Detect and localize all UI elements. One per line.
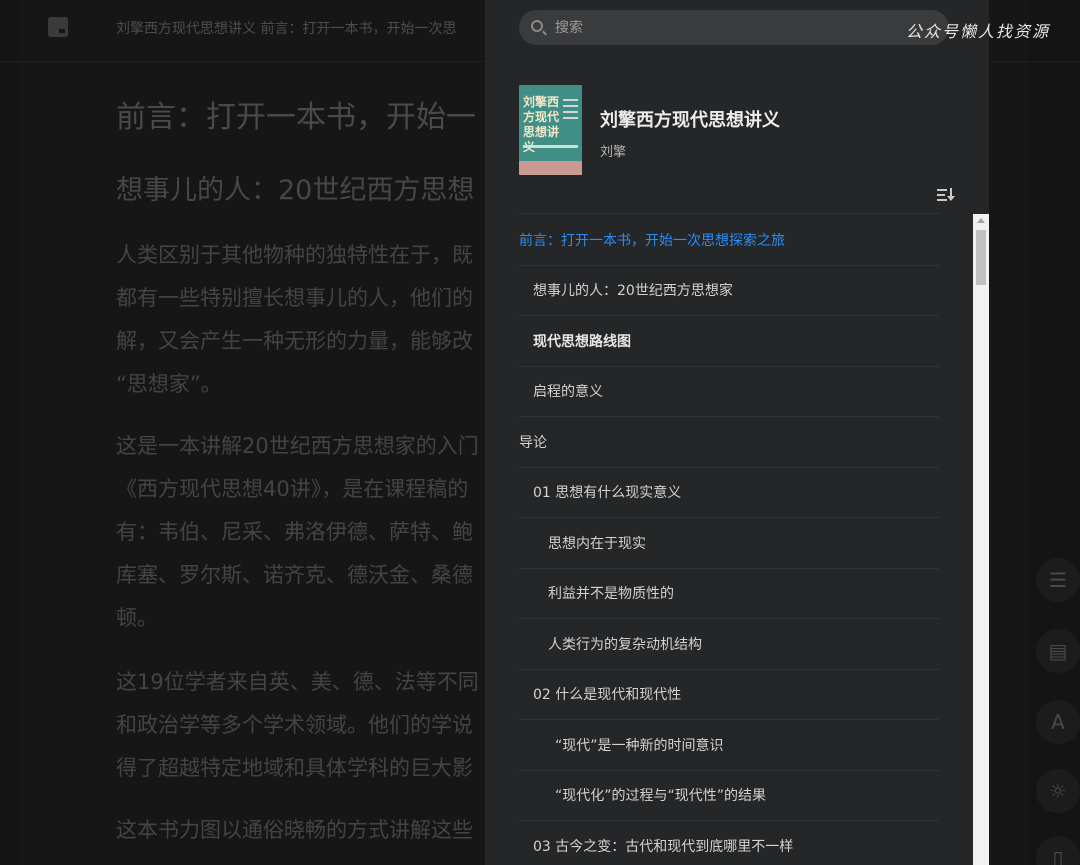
scroll-thumb[interactable] — [976, 230, 986, 285]
toc-item[interactable]: “现代化”的过程与“现代性”的结果 — [519, 771, 939, 821]
book-cover[interactable]: 刘擎西方现代思想讲义 — [519, 85, 582, 175]
reader-top-title: 刘擎西方现代思想讲义 前言：打开一本书，开始一次思 — [116, 21, 457, 37]
toc-item[interactable]: 想事儿的人：20世纪西方思想家 — [519, 266, 939, 316]
paragraph: 这本书力图以通俗晓畅的方式讲解这些 — [116, 809, 473, 852]
paragraph: 人类区别于其他物种的独特性在于，既 都有一些特别擅长想事儿的人，他们的 解，又会… — [116, 234, 473, 406]
paragraph-line: 和政治学等多个学术领域。他们的学说 — [116, 713, 473, 737]
toc-icon[interactable]: ☰ — [1036, 558, 1080, 602]
paragraph-line: 有：韦伯、尼采、弗洛伊德、萨特、鲍 — [116, 520, 473, 544]
paragraph-line: 库塞、罗尔斯、诺齐克、德沃金、桑德 — [116, 563, 473, 587]
font-settings-icon[interactable]: A — [1036, 700, 1080, 744]
toc-list: 前言：打开一本书，开始一次思想探索之旅 想事儿的人：20世纪西方思想家 现代思想路线… — [519, 215, 939, 865]
toc-drawer: 刘擎西方现代思想讲义 刘擎西方现代思想讲义 刘擎 前言：打开一本书，开始一次思想… — [485, 0, 989, 865]
toc-item[interactable]: 人类行为的复杂动机结构 — [519, 619, 939, 670]
chapter-heading: 前言：打开一本书，开始一 — [116, 100, 476, 135]
paragraph-line: 人类区别于其他物种的独特性在于，既 — [116, 243, 473, 267]
toc-item[interactable]: 启程的意义 — [519, 367, 939, 417]
paragraph-line: 这19位学者来自英、美、德、法等不同 — [116, 670, 479, 694]
paragraph-line: “思想家”。 — [116, 372, 222, 396]
divider — [519, 213, 939, 214]
search-box[interactable] — [519, 10, 949, 45]
brightness-icon[interactable]: ☼ — [1036, 769, 1080, 813]
cover-decoration — [563, 99, 578, 123]
book-title: 刘擎西方现代思想讲义 — [600, 110, 780, 131]
search-icon — [531, 20, 543, 32]
back-icon[interactable] — [48, 17, 68, 37]
paragraph-line: 这是一本讲解20世纪西方思想家的入门 — [116, 434, 479, 458]
watermark: 公众号懒人找资源 — [906, 22, 1051, 41]
toc-item[interactable]: 利益并不是物质性的 — [519, 569, 939, 619]
toc-item[interactable]: 导论 — [519, 417, 939, 468]
cover-decoration — [523, 145, 578, 148]
toc-scrollbar[interactable] — [973, 214, 989, 865]
toc-item[interactable]: 03 古今之变：古代和现代到底哪里不一样 — [519, 821, 939, 865]
scroll-up-icon[interactable] — [977, 218, 985, 223]
toc-item[interactable]: 思想内在于现实 — [519, 518, 939, 569]
section-heading: 想事儿的人：20世纪西方思想 — [116, 175, 475, 206]
toc-item[interactable]: 前言：打开一本书，开始一次思想探索之旅 — [519, 215, 939, 266]
paragraph-line: 顿。 — [116, 606, 158, 630]
paragraph-line: 解，又会产生一种无形的力量，能够改 — [116, 329, 473, 353]
paragraph-line: 《西方现代思想40讲》，是在课程稿的 — [116, 477, 469, 501]
cover-decoration — [519, 161, 582, 175]
toc-item[interactable]: 现代思想路线图 — [519, 316, 939, 367]
paragraph: 这是一本讲解20世纪西方思想家的入门 《西方现代思想40讲》，是在课程稿的 有：… — [116, 425, 479, 640]
paragraph: 这19位学者来自英、美、德、法等不同 和政治学等多个学术领域。他们的学说 得了超… — [116, 661, 479, 790]
toc-item[interactable]: “现代”是一种新的时间意识 — [519, 720, 939, 771]
paragraph-line: 得了超越特定地域和具体学科的巨大影 — [116, 756, 473, 780]
paragraph-line: 都有一些特别擅长想事儿的人，他们的 — [116, 286, 473, 310]
paragraph-line: 这本书力图以通俗晓畅的方式讲解这些 — [116, 818, 473, 842]
toc-item[interactable]: 02 什么是现代和现代性 — [519, 670, 939, 720]
search-input[interactable] — [555, 10, 935, 45]
comment-icon[interactable]: ▤ — [1036, 629, 1080, 673]
toc-item[interactable]: 01 思想有什么现实意义 — [519, 468, 939, 518]
book-author: 刘擎 — [600, 145, 627, 160]
sort-order-icon[interactable] — [937, 186, 955, 202]
